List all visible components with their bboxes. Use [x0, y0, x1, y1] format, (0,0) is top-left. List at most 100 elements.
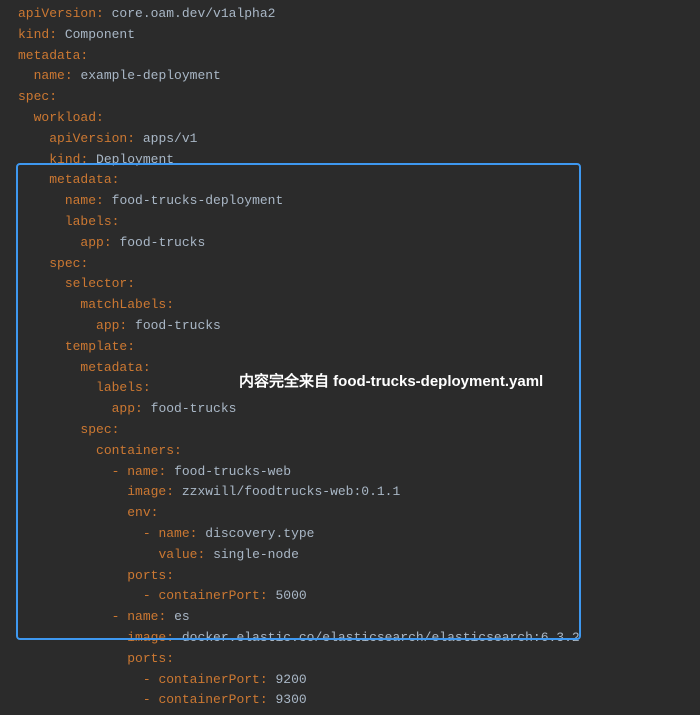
code-line[interactable]: labels:: [4, 212, 700, 233]
token-val: 9300: [275, 692, 306, 707]
token-col: :: [65, 68, 81, 83]
code-line[interactable]: kind: Deployment: [4, 150, 700, 171]
code-line[interactable]: ports:: [4, 566, 700, 587]
code-content: name: example-deployment: [18, 66, 221, 87]
code-line[interactable]: workload:: [4, 108, 700, 129]
token-col: :: [143, 360, 151, 375]
gutter-mark: [4, 597, 18, 599]
token-col: :: [119, 318, 135, 333]
code-line[interactable]: - containerPort: 5000: [4, 586, 700, 607]
token-col: :: [80, 256, 88, 271]
code-content: metadata:: [18, 46, 88, 67]
token-col: :: [112, 172, 120, 187]
token-col: :: [49, 27, 65, 42]
token-key: name: [127, 609, 158, 624]
token-dash: -: [143, 672, 159, 687]
code-line[interactable]: - containerPort: 9300: [4, 690, 700, 711]
code-content: apiVersion: apps/v1: [18, 129, 197, 150]
token-col: :: [166, 484, 182, 499]
code-content: spec:: [18, 87, 57, 108]
code-line[interactable]: apiVersion: core.oam.dev/v1alpha2: [4, 4, 700, 25]
code-line[interactable]: matchLabels:: [4, 295, 700, 316]
token-col: :: [166, 651, 174, 666]
code-content: labels:: [18, 378, 151, 399]
code-content: image: docker.elastic.co/elasticsearch/e…: [18, 628, 580, 649]
code-line[interactable]: kind: Component: [4, 25, 700, 46]
token-val: Component: [65, 27, 135, 42]
code-line[interactable]: app: food-trucks: [4, 316, 700, 337]
gutter-mark: [4, 285, 18, 287]
token-key: metadata: [49, 172, 111, 187]
token-col: :: [143, 380, 151, 395]
code-line[interactable]: name: food-trucks-deployment: [4, 191, 700, 212]
code-content: containers:: [18, 441, 182, 462]
code-line[interactable]: spec:: [4, 87, 700, 108]
code-content: kind: Deployment: [18, 150, 174, 171]
code-line[interactable]: - containerPort: 9200: [4, 670, 700, 691]
token-key: ports: [127, 568, 166, 583]
token-val: single-node: [213, 547, 299, 562]
token-key: kind: [49, 152, 80, 167]
code-line[interactable]: labels:: [4, 378, 700, 399]
code-line[interactable]: app: food-trucks: [4, 233, 700, 254]
token-key: metadata: [80, 360, 142, 375]
code-line[interactable]: metadata:: [4, 46, 700, 67]
code-line[interactable]: containers:: [4, 441, 700, 462]
code-line[interactable]: ports:: [4, 649, 700, 670]
code-content: metadata:: [18, 170, 119, 191]
gutter-mark: [4, 36, 18, 38]
code-content: - name: es: [18, 607, 190, 628]
code-line[interactable]: image: zzxwill/foodtrucks-web:0.1.1: [4, 482, 700, 503]
code-content: value: single-node: [18, 545, 299, 566]
code-content: ports:: [18, 649, 174, 670]
code-content: workload:: [18, 108, 104, 129]
code-line[interactable]: metadata:: [4, 358, 700, 379]
gutter-mark: [4, 77, 18, 79]
code-line[interactable]: value: single-node: [4, 545, 700, 566]
code-line[interactable]: spec:: [4, 254, 700, 275]
code-line[interactable]: - name: es: [4, 607, 700, 628]
code-line[interactable]: - name: food-trucks-web: [4, 462, 700, 483]
token-key: workload: [34, 110, 96, 125]
token-key: containers: [96, 443, 174, 458]
code-line[interactable]: template:: [4, 337, 700, 358]
token-col: :: [96, 6, 112, 21]
gutter-mark: [4, 244, 18, 246]
gutter-mark: [4, 514, 18, 516]
token-key: apiVersion: [18, 6, 96, 21]
token-col: :: [104, 235, 120, 250]
code-line[interactable]: - name: discovery.type: [4, 524, 700, 545]
token-dash: -: [112, 464, 128, 479]
token-val: food-trucks: [135, 318, 221, 333]
token-val: apps/v1: [143, 131, 198, 146]
code-line[interactable]: selector:: [4, 274, 700, 295]
gutter-mark: [4, 452, 18, 454]
gutter-mark: [4, 431, 18, 433]
code-content: app: food-trucks: [18, 233, 205, 254]
gutter-mark: [4, 660, 18, 662]
code-line[interactable]: env:: [4, 503, 700, 524]
token-col: :: [260, 588, 276, 603]
code-editor[interactable]: apiVersion: core.oam.dev/v1alpha2kind: C…: [0, 0, 700, 715]
token-key: app: [96, 318, 119, 333]
code-line[interactable]: spec:: [4, 420, 700, 441]
code-line[interactable]: metadata:: [4, 170, 700, 191]
code-content: spec:: [18, 420, 119, 441]
code-content: ports:: [18, 566, 174, 587]
code-content: apiVersion: core.oam.dev/v1alpha2: [18, 4, 275, 25]
code-line[interactable]: app: food-trucks: [4, 399, 700, 420]
gutter-mark: [4, 140, 18, 142]
token-key: app: [112, 401, 135, 416]
token-key: selector: [65, 276, 127, 291]
token-col: :: [112, 422, 120, 437]
code-line[interactable]: name: example-deployment: [4, 66, 700, 87]
code-line[interactable]: apiVersion: apps/v1: [4, 129, 700, 150]
code-content: env:: [18, 503, 158, 524]
token-val: core.oam.dev/v1alpha2: [112, 6, 276, 21]
token-key: image: [127, 484, 166, 499]
token-col: :: [158, 464, 174, 479]
code-line[interactable]: image: docker.elastic.co/elasticsearch/e…: [4, 628, 700, 649]
gutter-mark: [4, 701, 18, 703]
token-col: :: [80, 152, 96, 167]
gutter-mark: [4, 556, 18, 558]
